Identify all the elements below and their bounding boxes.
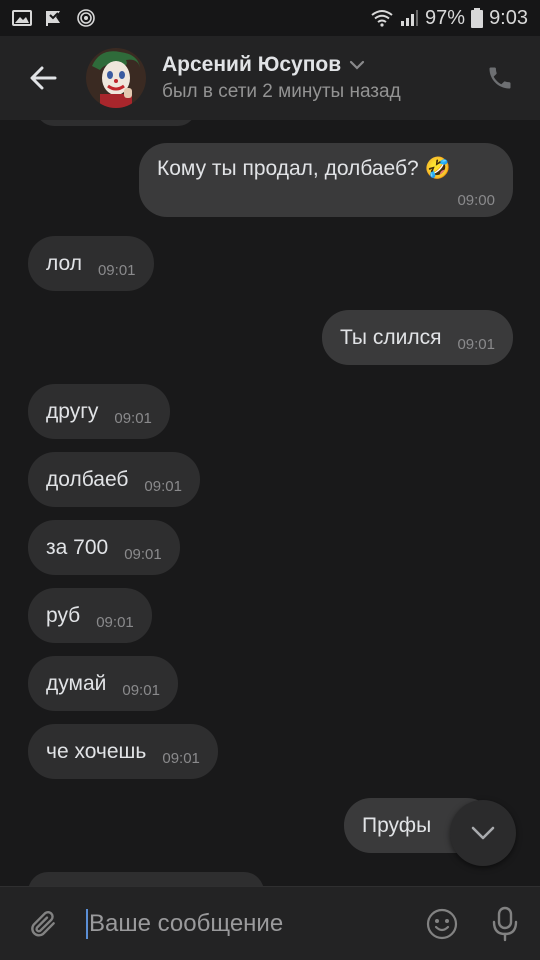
message-bubble-incoming[interactable]: за 700 09:01 [28,520,180,575]
message-time: 09:01 [162,750,200,767]
message-time: 09:01 [457,336,495,353]
flag-icon [46,11,60,26]
signal-icon [401,10,419,26]
clock: 9:03 [489,6,528,29]
message-bubble-outgoing[interactable]: Кому ты продал, долбаеб? 🤣 09:00 [139,143,513,217]
peer-info[interactable]: Арсений Юсупов был в сети 2 минуты назад [162,53,401,103]
message-list[interactable]: Кому ты продал, долбаеб? 🤣 09:00 лол 09:… [0,120,540,886]
message-bubble-partial [36,120,196,126]
message-composer [0,886,540,960]
call-button[interactable] [460,36,540,120]
message-input-wrap[interactable] [86,887,414,960]
message-bubble-incoming[interactable]: другу 09:01 [28,384,170,439]
message-text: лол [46,251,82,275]
message-bubble-incoming[interactable]: че хочешь 09:01 [28,724,218,779]
message-text: за 700 [46,535,109,559]
message-text: Ты слился [340,325,442,349]
message-time: 09:01 [122,682,160,699]
status-bar: 97% 9:03 [0,0,540,36]
peer-name: Арсений Юсупов [162,53,342,76]
avatar[interactable] [86,48,146,108]
wifi-icon [371,10,393,27]
message-bubble-partial [28,872,264,886]
message-bubble-incoming[interactable]: думай 09:01 [28,656,178,711]
chevron-down-icon [471,826,495,840]
emoji-button[interactable] [414,887,470,960]
avatar-image [86,48,146,108]
gallery-icon [12,10,32,26]
attach-icon [31,910,55,937]
message-input[interactable] [89,909,389,938]
attach-button[interactable] [0,887,86,960]
message-time: 09:01 [97,262,136,279]
message-text: Кому ты продал, долбаеб? 🤣 [157,157,451,180]
battery-percent: 97% [425,6,466,29]
mic-icon [492,906,518,941]
message-time: 09:01 [96,614,134,631]
message-text: че хочешь [46,739,147,763]
message-time: 09:00 [457,192,495,209]
voice-message-button[interactable] [470,887,540,960]
message-bubble-incoming[interactable]: лол 09:01 [28,236,154,291]
chevron-down-icon [350,60,365,70]
battery-icon [471,8,484,28]
emoji-icon [426,908,458,939]
message-time: 09:01 [114,410,152,427]
message-time: 09:01 [144,478,182,495]
text-caret [86,908,88,939]
message-text: думай [46,671,107,695]
message-bubble-incoming[interactable]: руб 09:01 [28,588,152,643]
phone-icon [489,67,511,89]
hotspot-icon [77,9,95,27]
message-time: 09:01 [124,546,162,563]
back-button[interactable] [0,36,86,120]
message-text: Пруфы [362,813,432,837]
message-text: другу [46,399,99,423]
message-text: долбаеб [46,467,129,491]
back-arrow-icon [30,66,57,90]
chat-header: Арсений Юсупов был в сети 2 минуты назад [0,36,540,120]
scroll-down-button[interactable] [450,800,516,866]
message-bubble-incoming[interactable]: долбаеб 09:01 [28,452,200,507]
message-bubble-outgoing[interactable]: Ты слился 09:01 [322,310,513,365]
peer-status: был в сети 2 минуты назад [162,81,401,102]
message-text: руб [46,603,81,627]
